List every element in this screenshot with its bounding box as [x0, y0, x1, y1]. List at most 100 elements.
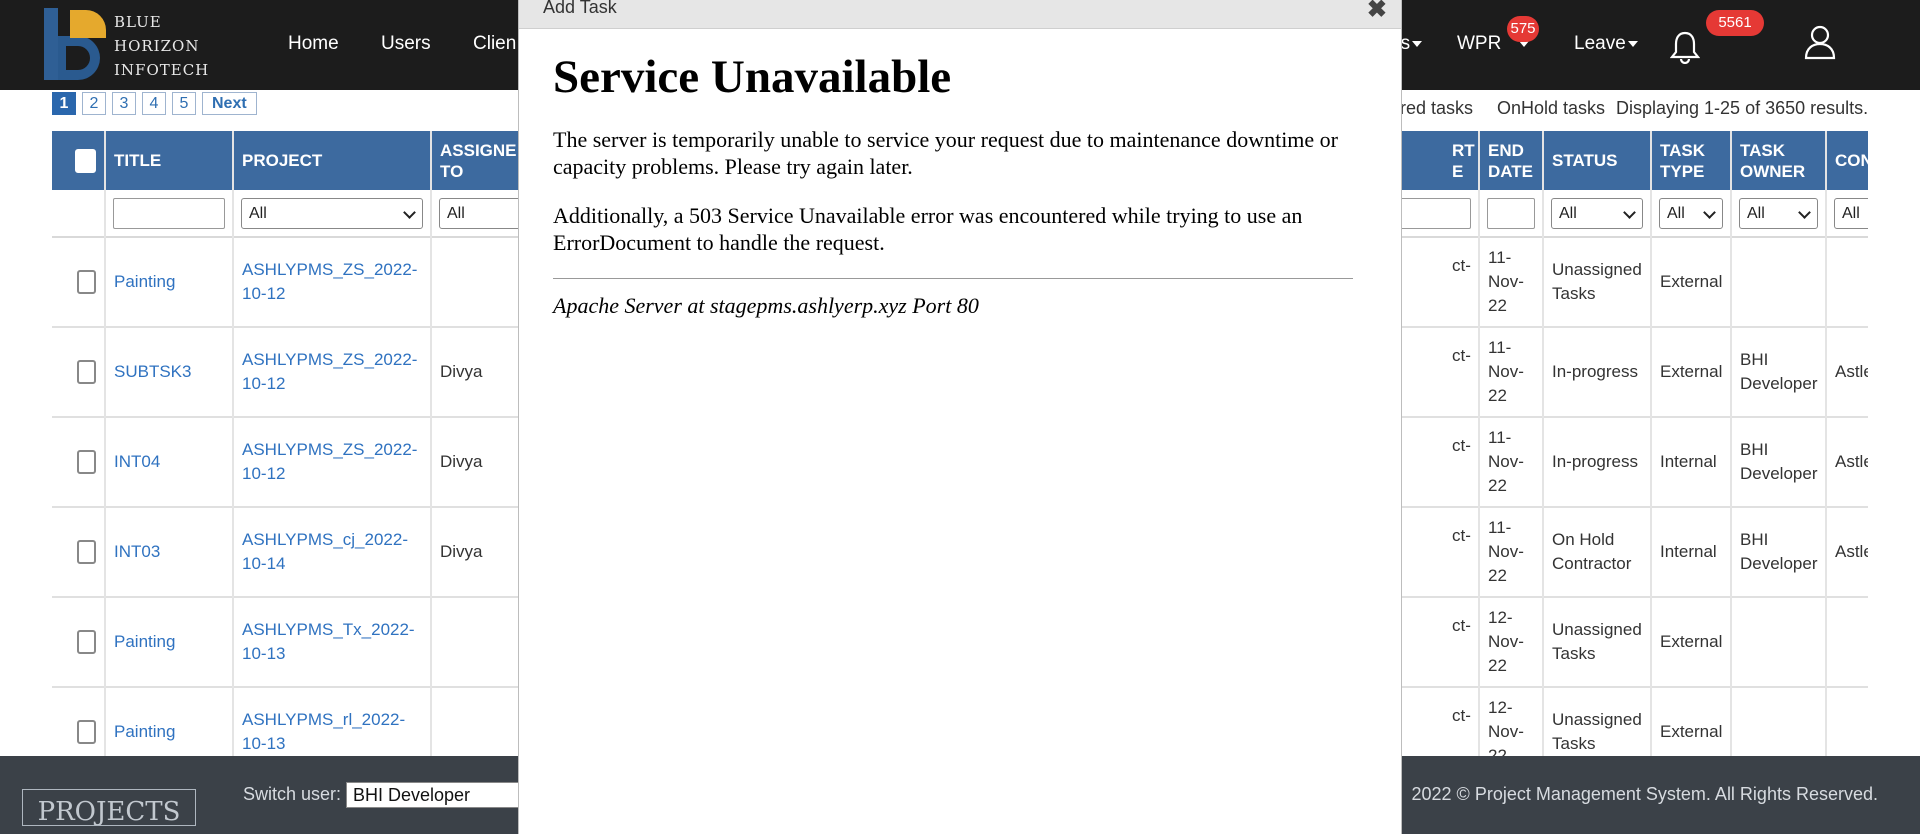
project-filter-select[interactable]: All	[241, 198, 423, 229]
column-header-project[interactable]: PROJECT	[234, 131, 430, 190]
task-owner-filter-select[interactable]: All	[1739, 198, 1818, 229]
column-header-label: TASK	[1740, 140, 1786, 160]
column-header-task-owner[interactable]: TASK OWNER	[1732, 131, 1825, 190]
title-filter-input[interactable]	[113, 198, 225, 229]
task-title-link[interactable]: Painting	[106, 598, 232, 688]
column-project: PROJECT All ASHLYPMS_ZS_2022- 10-12 ASHLY…	[234, 131, 432, 756]
user-icon[interactable]	[1803, 24, 1837, 60]
close-icon[interactable]: ✖	[1367, 0, 1387, 24]
column-title: TITLE Painting SUBTSK3 INT04 INT03 Paint…	[106, 131, 234, 756]
nav-leave[interactable]: Leave	[1574, 33, 1638, 55]
column-select	[52, 131, 106, 756]
contractor-filter-select[interactable]: All	[1834, 198, 1868, 229]
chevron-down-icon	[1798, 206, 1811, 219]
task-title-link[interactable]: SUBTSK3	[106, 328, 232, 418]
nav-home[interactable]: Home	[288, 33, 339, 55]
page-2-link[interactable]: 2	[82, 92, 106, 115]
column-header-label: TYPE	[1660, 161, 1705, 181]
project-link[interactable]: ASHLYPMS_cj_2022- 10-14	[234, 508, 430, 598]
column-header-label: RT	[1452, 140, 1475, 160]
page-4-link[interactable]: 4	[142, 92, 166, 115]
column-header-label: TASK	[1660, 140, 1706, 160]
column-header-label: END	[1488, 140, 1524, 160]
project-line: ASHLYPMS_ZS_2022-	[242, 350, 418, 369]
task-title-link[interactable]: Painting	[106, 238, 232, 328]
nav-wpr-label: WPR	[1457, 33, 1502, 54]
task-owner-cell	[1732, 688, 1825, 756]
contractor-cell	[1827, 688, 1868, 756]
date-part: 22	[1488, 386, 1507, 405]
column-header-select	[52, 131, 104, 190]
task-title-link[interactable]: INT04	[106, 418, 232, 508]
owner-line: Developer	[1740, 374, 1818, 393]
switch-user-label: Switch user:	[243, 784, 342, 804]
row-checkbox[interactable]	[77, 360, 96, 384]
end-date-cell: 11- Nov- 22	[1480, 418, 1542, 508]
nav-clients[interactable]: Clien	[473, 33, 516, 55]
brand-logo[interactable]: BLUE HORIZON INFOTECH	[42, 6, 232, 86]
project-link[interactable]: ASHLYPMS_ZS_2022- 10-12	[234, 238, 430, 328]
select-value: All	[1842, 205, 1860, 222]
project-link[interactable]: ASHLYPMS_rl_2022- 10-13	[234, 688, 430, 756]
row-checkbox[interactable]	[77, 270, 96, 294]
page-3-link[interactable]: 3	[112, 92, 136, 115]
column-end-date: END DATE 11- Nov- 22 11- Nov- 22 11- Nov- 22 11…	[1480, 131, 1544, 756]
status-line: On Hold	[1552, 530, 1615, 549]
row-checkbox[interactable]	[77, 630, 96, 654]
select-value: All	[249, 205, 267, 222]
project-link[interactable]: ASHLYPMS_Tx_2022- 10-13	[234, 598, 430, 688]
status-line: In-progress	[1552, 452, 1638, 471]
select-all-checkbox[interactable]	[75, 148, 96, 173]
nav-users[interactable]: Users	[381, 33, 431, 55]
add-task-modal: Add Task ✖ Service Unavailable The serve…	[518, 0, 1402, 834]
column-header-status[interactable]: STATUS	[1544, 131, 1650, 190]
task-owner-cell: BHI Developer	[1732, 328, 1825, 418]
status-line: Tasks	[1552, 734, 1596, 753]
chevron-down-icon	[1623, 206, 1636, 219]
status-filter-select[interactable]: All	[1551, 198, 1643, 229]
modal-title: Add Task	[543, 0, 617, 17]
filter-cell: All	[234, 190, 430, 238]
error-message: The server is temporarily unable to serv…	[553, 127, 1339, 179]
table-cell	[52, 508, 104, 598]
page-5-link[interactable]: 5	[172, 92, 196, 115]
date-part: 11-	[1488, 518, 1512, 537]
column-header-label: E	[1452, 161, 1464, 181]
task-title-link[interactable]: Painting	[106, 688, 232, 756]
column-header-title[interactable]: TITLE	[106, 131, 232, 190]
column-task-owner: TASK OWNER All BHI Developer BHI Developer …	[1732, 131, 1827, 756]
date-part: 11-	[1488, 248, 1512, 267]
task-type-cell: External	[1652, 688, 1730, 756]
switch-user-input[interactable]: BHI Developer	[346, 782, 521, 808]
onhold-tasks-link[interactable]: OnHold tasks	[1497, 98, 1605, 119]
column-header-task-type[interactable]: TASK TYPE	[1652, 131, 1730, 190]
project-link[interactable]: ASHLYPMS_ZS_2022- 10-12	[234, 418, 430, 508]
error-detail: Additionally, a 503 Service Unavailable …	[553, 203, 1303, 255]
project-line: ASHLYPMS_rl_2022-	[242, 710, 406, 729]
pagination: 1 2 3 4 5 Next	[52, 92, 257, 115]
filter-cell: All	[1544, 190, 1650, 238]
table-cell	[52, 688, 104, 756]
column-header-end-date[interactable]: END DATE	[1480, 131, 1542, 190]
row-checkbox[interactable]	[77, 720, 96, 744]
date-part: 11-	[1488, 428, 1512, 447]
column-header-label: TO	[440, 161, 464, 181]
status-cell: Unassigned Tasks	[1544, 238, 1650, 328]
bell-icon[interactable]	[1670, 30, 1700, 64]
next-page-link[interactable]: Next	[202, 92, 257, 115]
row-checkbox[interactable]	[77, 540, 96, 564]
date-part: 22	[1488, 296, 1507, 315]
column-header-contractor[interactable]: CONTRAC	[1827, 131, 1868, 190]
project-link[interactable]: ASHLYPMS_ZS_2022- 10-12	[234, 328, 430, 418]
task-title-link[interactable]: INT03	[106, 508, 232, 598]
project-line: 10-13	[242, 644, 286, 663]
task-type-cell: External	[1652, 238, 1730, 328]
date-part: Nov-	[1488, 632, 1524, 651]
results-summary: Displaying 1-25 of 3650 results.	[1616, 98, 1869, 118]
task-type-filter-select[interactable]: All	[1659, 198, 1723, 229]
row-checkbox[interactable]	[77, 450, 96, 474]
owner-line: BHI	[1740, 350, 1769, 369]
page-1-link[interactable]: 1	[52, 92, 76, 115]
end-date-filter-input[interactable]	[1487, 198, 1535, 229]
error-heading: Service Unavailable	[553, 51, 952, 103]
